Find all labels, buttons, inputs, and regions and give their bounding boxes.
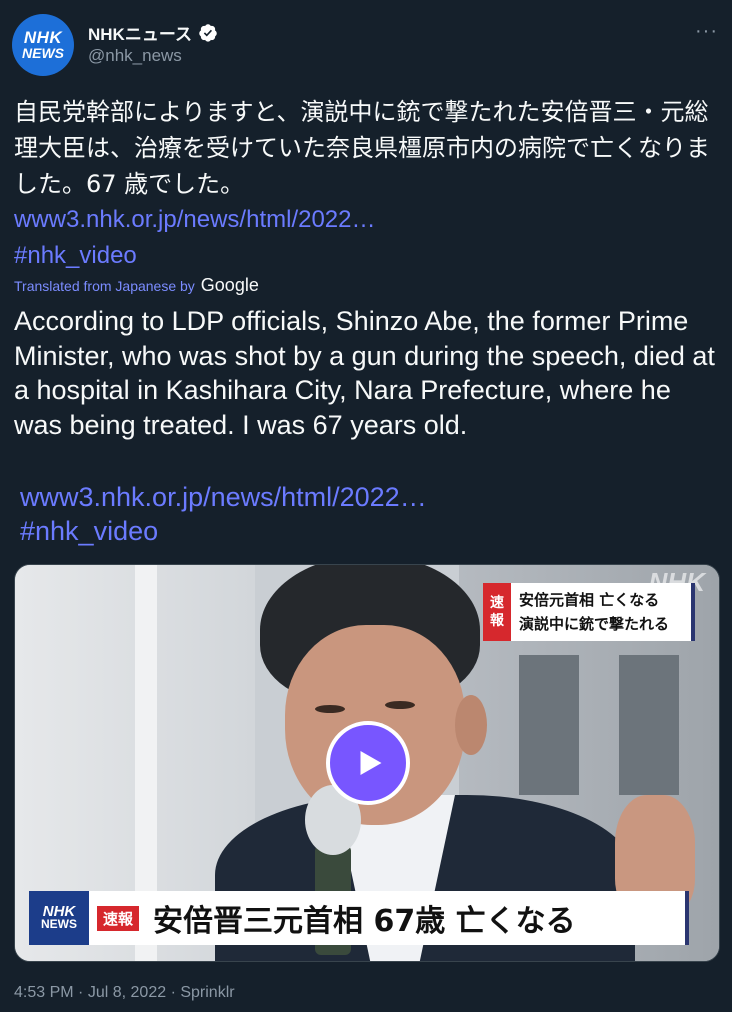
google-logo: Google	[200, 275, 259, 295]
tweet-link-japanese[interactable]: www3.nhk.or.jp/news/html/2022…	[14, 202, 376, 238]
breaking-news-banner-top: 速報 安倍元首相 亡くなる 演説中に銃で撃たれる	[483, 583, 695, 641]
hashtag-link-english[interactable]: #nhk_video	[20, 514, 158, 548]
translation-attribution: Translated from Japanese by Google	[14, 275, 259, 296]
banner-edge	[691, 583, 695, 641]
translated-label[interactable]: Translated from Japanese by	[14, 278, 195, 294]
handle[interactable]: @nhk_news	[88, 46, 182, 66]
display-name[interactable]: NHKニュース	[88, 20, 192, 45]
tweet-link-english[interactable]: www3.nhk.or.jp/news/html/2022…	[20, 480, 427, 514]
separator: ·	[78, 984, 84, 1001]
person-eye	[315, 705, 345, 713]
play-button[interactable]	[326, 721, 410, 805]
breaking-tag-top: 速報	[483, 583, 511, 641]
banner-top-lines: 安倍元首相 亡くなる 演説中に銃で撃たれる	[511, 583, 677, 641]
video-thumbnail[interactable]: NHK 速報 安倍元首相 亡くなる 演説中に銃で撃たれる NHK NEWS 速報…	[14, 564, 720, 962]
play-icon	[360, 751, 382, 775]
tweet-text-english: According to LDP officials, Shinzo Abe, …	[14, 306, 715, 440]
person-eye	[385, 701, 415, 709]
tweet-header: NHK NEWS NHKニュース @nhk_news ···	[12, 14, 720, 76]
breaking-news-banner-bottom: NHK NEWS 速報 安倍晋三元首相 67歳 亡くなる	[29, 891, 689, 945]
background-window	[619, 655, 679, 795]
banner-top-line1: 安倍元首相 亡くなる	[519, 591, 660, 609]
breaking-tag-bottom: 速報	[97, 905, 140, 931]
hashtag-link-japanese[interactable]: #nhk_video	[14, 238, 137, 274]
more-options-icon[interactable]: ···	[695, 20, 718, 43]
separator: ·	[170, 984, 176, 1001]
tweet-source: Sprinklr	[180, 984, 235, 1001]
avatar[interactable]: NHK NEWS	[12, 14, 74, 76]
avatar-text-news: NEWS	[22, 45, 64, 61]
banner-headline: 安倍晋三元首相 67歳 亡くなる	[153, 904, 576, 939]
tweet-footer: 4:53 PM · Jul 8, 2022 · Sprinklr	[14, 984, 235, 1002]
nhk-logo-line2: NEWS	[41, 917, 77, 931]
tweet-date[interactable]: Jul 8, 2022	[88, 984, 166, 1001]
banner-top-line2: 演説中に銃で撃たれる	[519, 615, 670, 633]
tweet-text-japanese: 自民党幹部によりますと、演説中に銃で撃たれた安倍晋三・元総理大臣は、治療を受けて…	[14, 98, 710, 198]
nhk-news-logo: NHK NEWS	[29, 891, 89, 945]
verified-badge-icon	[199, 23, 217, 42]
person-ear	[455, 695, 487, 755]
tweet-time[interactable]: 4:53 PM	[14, 984, 74, 1001]
avatar-text-nhk: NHK	[23, 28, 63, 47]
name-row: NHKニュース	[88, 20, 218, 45]
banner-edge	[685, 891, 689, 945]
background-window	[519, 655, 579, 795]
